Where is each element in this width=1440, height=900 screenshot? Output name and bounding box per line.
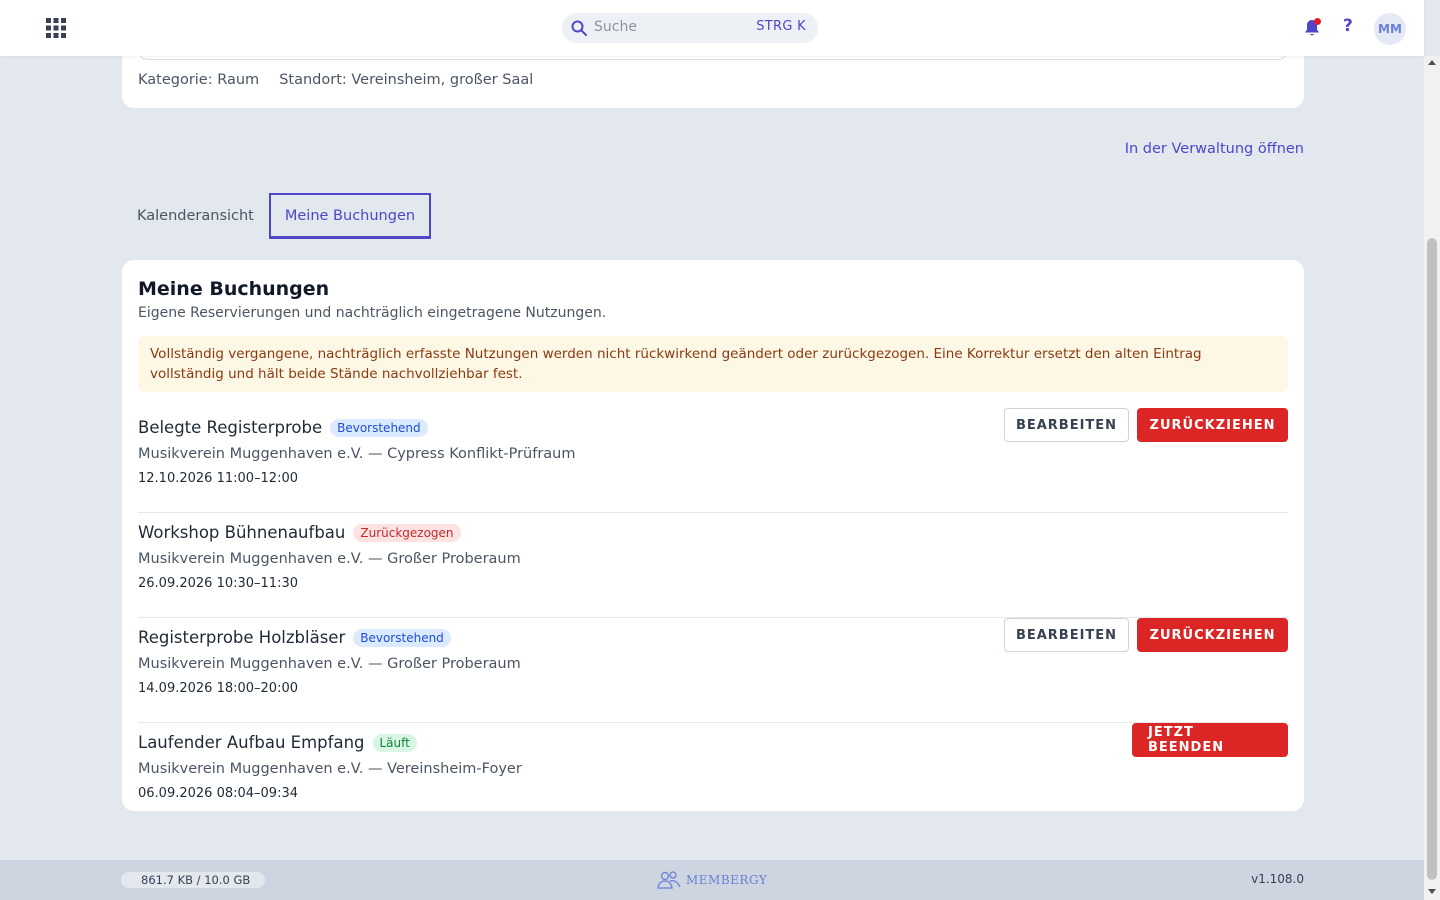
membergy-logo: MEMBERGY	[656, 870, 767, 890]
storage-usage: 861.7 KB / 10.0 GB	[121, 872, 265, 888]
booking-time: 26.09.2026 10:30–11:30	[138, 576, 298, 591]
booking-item: Registerprobe Holzbläser Bevorstehend Mu…	[138, 618, 1288, 723]
logo-text: MEMBERGY	[686, 873, 768, 887]
app-grid-icon[interactable]	[44, 16, 68, 40]
booking-time: 06.09.2026 08:04–09:34	[138, 786, 298, 801]
withdraw-button[interactable]: ZURÜCKZIEHEN	[1137, 618, 1288, 652]
my-bookings-card: Meine Buchungen Eigene Reservierungen un…	[122, 260, 1304, 811]
booking-title: Belegte Registerprobe	[138, 418, 323, 437]
booking-place: Musikverein Muggenhaven e.V. — Großer Pr…	[138, 656, 521, 672]
end-now-button[interactable]: JETZT BEENDEN	[1132, 723, 1288, 757]
page-scrollbar[interactable]	[1424, 56, 1440, 900]
booking-title: Registerprobe Holzbläser	[138, 628, 346, 647]
search-input[interactable]: Suche STRG K	[562, 13, 818, 43]
notification-dot	[1314, 18, 1321, 25]
resource-location: Standort: Vereinsheim, großer Saal	[279, 72, 534, 88]
scroll-down-icon[interactable]	[1428, 889, 1436, 894]
search-shortcut: STRG K	[756, 19, 806, 34]
correction-notice: Vollständig vergangene, nachträglich erf…	[138, 336, 1288, 392]
avatar[interactable]: MM	[1374, 13, 1406, 45]
search-icon	[571, 20, 587, 36]
booking-place: Musikverein Muggenhaven e.V. — Cypress K…	[138, 446, 576, 462]
scrollbar-thumb[interactable]	[1427, 238, 1437, 880]
search-placeholder: Suche	[594, 19, 637, 35]
edit-button[interactable]: BEARBEITEN	[1004, 408, 1129, 442]
booking-place: Musikverein Muggenhaven e.V. — Großer Pr…	[138, 551, 521, 567]
status-badge: Bevorstehend	[353, 628, 451, 647]
status-badge: Zurückgezogen	[353, 523, 461, 542]
withdraw-button[interactable]: ZURÜCKZIEHEN	[1137, 408, 1288, 442]
booking-time: 14.09.2026 18:00–20:00	[138, 681, 298, 696]
scroll-up-icon[interactable]	[1428, 60, 1436, 65]
section-title: Meine Buchungen	[138, 278, 330, 300]
section-subtitle: Eigene Reservierungen und nachträglich e…	[138, 305, 607, 321]
tab-calendar[interactable]: Kalenderansicht	[122, 193, 269, 239]
app-version: v1.108.0	[1251, 872, 1304, 886]
status-badge: Läuft	[372, 733, 417, 752]
top-bar: Suche STRG K ? MM	[0, 0, 1424, 56]
view-tabs: Kalenderansicht Meine Buchungen	[122, 193, 432, 239]
booking-item: Workshop Bühnenaufbau Zurückgezogen Musi…	[138, 513, 1288, 618]
help-icon[interactable]: ?	[1343, 16, 1359, 38]
booking-place: Musikverein Muggenhaven e.V. — Vereinshe…	[138, 761, 522, 777]
notification-bell-icon[interactable]	[1302, 18, 1322, 38]
open-in-admin-link[interactable]: In der Verwaltung öffnen	[1125, 141, 1304, 157]
tab-my-bookings[interactable]: Meine Buchungen	[268, 193, 432, 239]
booking-title: Laufender Aufbau Empfang	[138, 733, 365, 752]
booking-title: Workshop Bühnenaufbau	[138, 523, 346, 542]
booking-item: Belegte Registerprobe Bevorstehend Musik…	[138, 408, 1288, 513]
membergy-logo-icon	[657, 871, 681, 889]
status-badge: Bevorstehend	[330, 418, 428, 437]
booking-time: 12.10.2026 11:00–12:00	[138, 471, 298, 486]
resource-category: Kategorie: Raum	[138, 72, 260, 88]
edit-button[interactable]: BEARBEITEN	[1004, 618, 1129, 652]
footer: 861.7 KB / 10.0 GB MEMBERGY v1.108.0	[0, 860, 1424, 900]
booking-item: Laufender Aufbau Empfang Läuft Musikvere…	[138, 723, 1288, 828]
resource-meta: Kategorie: Raum Standort: Vereinsheim, g…	[138, 72, 533, 88]
